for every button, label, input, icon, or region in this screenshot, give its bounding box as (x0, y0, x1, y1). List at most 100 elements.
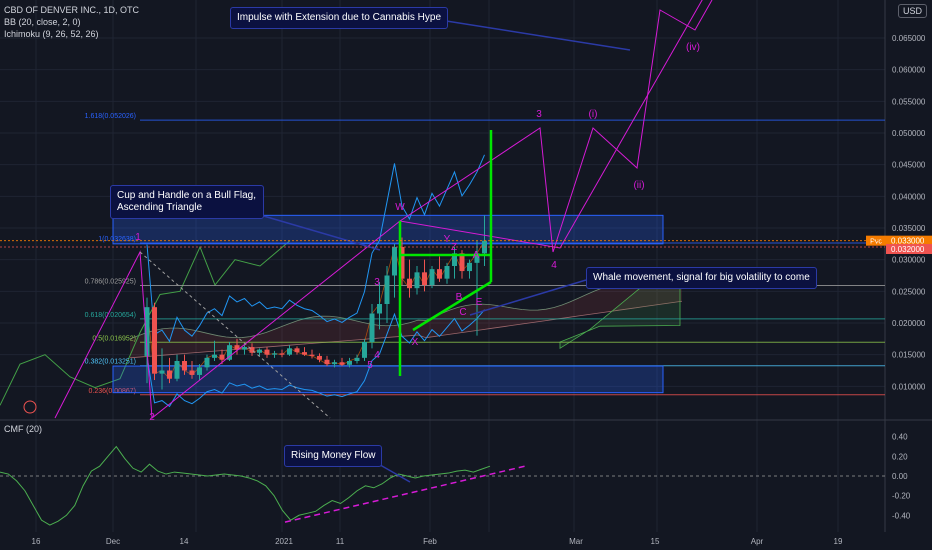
cmf-y-tick-1: 0.20 (892, 452, 908, 461)
candle-body-31 (377, 304, 382, 314)
bb-basis (146, 240, 485, 380)
candle-body-30 (369, 313, 375, 342)
candle-body-2 (159, 370, 165, 374)
axes: 0.065000 0.060000 0.055000 0.050000 0.045000… (0, 34, 932, 546)
wave-label-10: B (456, 292, 463, 303)
y-tick-4: 0.045000 (892, 161, 926, 170)
candle-body-7 (197, 367, 202, 375)
wave-label-0: 1 (135, 232, 141, 243)
bb-legend[interactable]: BB (20, close, 2, 0) (4, 16, 139, 28)
candle-body-27 (347, 361, 352, 365)
wave-label-7: Y (444, 234, 451, 245)
candle-body-8 (204, 357, 210, 368)
x-tick-8: Apr (751, 537, 764, 546)
x-tick-5: Feb (423, 537, 437, 546)
wave-label-5: W (395, 202, 405, 213)
candle-body-33 (392, 247, 397, 276)
candle-body-6 (189, 370, 195, 375)
currency-badge[interactable]: USD (898, 4, 928, 18)
wave-label-1: 2 (149, 412, 155, 423)
candle-body-25 (332, 362, 337, 365)
indicator-legend: CBD OF DENVER INC., 1D, OTC BB (20, clos… (4, 4, 139, 40)
callout-cup-handle[interactable]: Cup and Handle on a Bull Flag, Ascending… (110, 185, 264, 219)
y-tick-5: 0.040000 (892, 192, 926, 201)
bb-upper (146, 154, 485, 343)
cmf-legend[interactable]: CMF (20) (4, 424, 42, 434)
wave-label-12: E (476, 297, 483, 308)
candle-body-32 (384, 275, 390, 304)
last-tag: 0.032000 (891, 245, 925, 254)
wave-label-13: 3 (536, 109, 542, 120)
candle-body-10 (219, 354, 225, 360)
resistance-zone (112, 214, 664, 245)
ichimoku-legend[interactable]: Ichimoku (9, 26, 52, 26) (4, 28, 139, 40)
y-tick-10: 0.015000 (892, 351, 926, 360)
cmf-y-tick-4: -0.40 (892, 511, 911, 520)
candle-body-21 (302, 352, 307, 355)
wave-label-4: 5 (367, 360, 373, 371)
y-tick-0: 0.065000 (892, 34, 926, 43)
candle-body-39 (437, 269, 442, 279)
support-zone (112, 365, 664, 394)
y-tick-11: 0.010000 (892, 382, 926, 391)
earnings-marker (23, 400, 37, 414)
wave-label-6: X (412, 337, 419, 348)
y-tick-3: 0.050000 (892, 129, 926, 138)
cmf-y-tick-0: 0.40 (892, 433, 908, 442)
x-tick-0: 16 (32, 537, 41, 546)
candle-body-28 (354, 357, 360, 361)
candle-body-17 (272, 353, 277, 355)
wave-label-8: Z (451, 242, 457, 253)
wave-label-15: (i) (589, 109, 598, 120)
fib-label-5: 0.382(0.013251) (85, 359, 136, 366)
candle-body-38 (429, 269, 435, 285)
wave-label-17: (iv) (686, 42, 700, 53)
candle-body-19 (287, 348, 292, 355)
candle-body-3 (167, 370, 172, 379)
cmf-line (0, 445, 491, 526)
x-tick-2: 14 (180, 537, 189, 546)
candle-body-18 (279, 353, 285, 355)
x-tick-3: 2021 (275, 537, 293, 546)
callout-money-flow[interactable]: Rising Money Flow (284, 445, 383, 467)
candle-body-26 (339, 362, 345, 365)
candle-body-29 (362, 342, 367, 358)
candle-body-36 (414, 272, 420, 289)
candle-body-5 (182, 361, 187, 371)
candle-body-4 (174, 361, 180, 379)
candle-body-9 (212, 354, 217, 358)
pvc-label: Pvc (870, 239, 882, 246)
candle-body-24 (324, 359, 330, 365)
wave-label-11: C (459, 307, 466, 318)
wave-label-9: A (473, 250, 480, 261)
y-tick-1: 0.060000 (892, 66, 926, 75)
callout-impulse[interactable]: Impulse with Extension due to Cannabis H… (230, 7, 449, 29)
candle-body-1 (152, 307, 157, 374)
y-tick-8: 0.025000 (892, 287, 926, 296)
x-tick-9: 19 (834, 537, 843, 546)
candle-body-35 (407, 278, 412, 289)
fib-label-0: 1.618(0.052026) (85, 113, 136, 120)
kumo-cloud (130, 282, 682, 358)
symbol-title[interactable]: CBD OF DENVER INC., 1D, OTC (4, 4, 139, 16)
y-tick-6: 0.035000 (892, 224, 926, 233)
candle-body-22 (309, 354, 315, 356)
candle-body-20 (294, 348, 300, 353)
x-tick-4: 11 (336, 537, 345, 546)
y-tick-7: 0.030000 (892, 256, 926, 265)
grid (0, 0, 932, 532)
fib-label-3: 0.618(0.020654) (85, 312, 136, 319)
cmf-y-tick-3: -0.20 (892, 492, 911, 501)
wave-label-16: (ii) (633, 180, 644, 191)
callout-whale[interactable]: Whale movement, signal for big volatilit… (586, 267, 817, 289)
fib-label-4: 0.5(0.016952) (92, 335, 136, 342)
candle-body-13 (242, 347, 247, 350)
candle-body-15 (257, 349, 262, 353)
wave-label-3: 4 (374, 350, 380, 361)
candle-body-37 (422, 272, 427, 285)
candle-body-23 (317, 355, 322, 360)
fib-label-2: 0.786(0.025925) (85, 278, 136, 285)
y-tick-2: 0.055000 (892, 97, 926, 106)
cmf-y-tick-2: 0.00 (892, 472, 908, 481)
pointer-impulse (439, 19, 631, 51)
